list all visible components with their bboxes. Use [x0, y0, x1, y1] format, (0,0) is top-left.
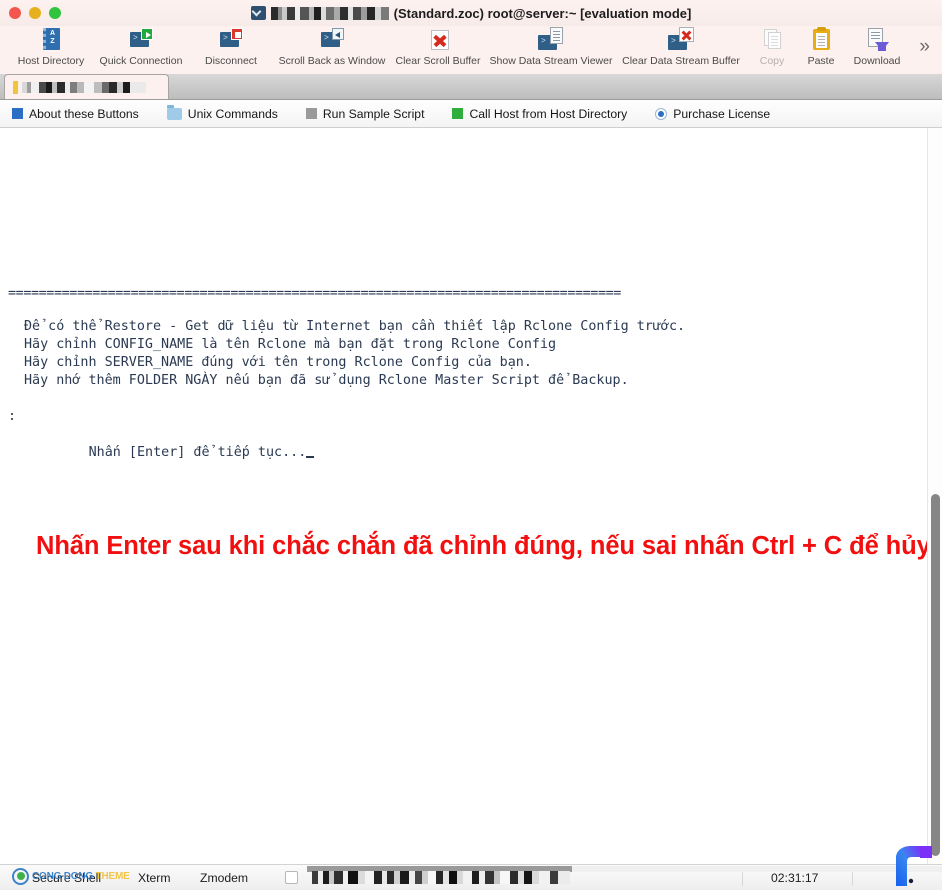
- terminal-line: Hãy nhớ thêm FOLDER NGÀY nếu bạn đã sử d…: [24, 373, 629, 388]
- terminal-prompt-colon: :: [8, 409, 17, 424]
- toolbar-label: Quick Connection: [99, 55, 183, 67]
- button-label: Purchase License: [673, 106, 771, 121]
- button-label: Call Host from Host Directory: [469, 106, 628, 121]
- status-redacted-text: [312, 871, 570, 884]
- datastream-page-icon: [538, 27, 564, 53]
- toolbar-label: Host Directory: [17, 55, 85, 67]
- terminal-play-icon: [128, 27, 154, 53]
- toolbar-button-scroll-back-as-window[interactable]: Scroll Back as Window: [276, 26, 388, 67]
- tab-status-indicator-icon: [13, 80, 18, 94]
- toolbar-overflow-chevron-icon[interactable]: »: [919, 37, 936, 64]
- minimize-button[interactable]: [29, 7, 41, 19]
- toolbar-button-host-directory[interactable]: Host Directory: [6, 26, 96, 67]
- status-bar: Secure Shell Xterm Zmodem 02:31:17 CONG …: [0, 846, 942, 890]
- toolbar-button-clear-data-stream-buffer[interactable]: Clear Data Stream Buffer: [614, 26, 748, 67]
- terminal-viewport[interactable]: ========================================…: [0, 128, 942, 864]
- window-titlebar: (Standard.zoc) root@server:~ [evaluation…: [0, 0, 942, 26]
- statusbar-watermark-text: CONG DONG THEME: [32, 871, 130, 882]
- ring-logo-icon: [12, 868, 29, 885]
- toolbar-label: Copy: [759, 55, 785, 67]
- radio-on-icon: [655, 107, 668, 120]
- toolbar-label: Clear Data Stream Buffer: [622, 55, 740, 67]
- toolbar-button-clear-scroll-buffer[interactable]: Clear Scroll Buffer: [388, 26, 488, 67]
- terminal-message-block: Để có thể Restore - Get dữ liệu từ Inter…: [24, 318, 685, 390]
- macro-button-bar: About these Buttons Unix Commands Run Sa…: [0, 100, 942, 128]
- blue-square-icon: [12, 108, 23, 119]
- terminal-cursor: [306, 456, 315, 458]
- status-zmodem[interactable]: Zmodem: [200, 871, 248, 885]
- status-clock: 02:31:17: [771, 870, 819, 885]
- terminal-line: Để có thể Restore - Get dữ liệu từ Inter…: [24, 319, 686, 334]
- terminal-separator-line: ========================================…: [8, 286, 621, 301]
- terminal-app-icon: [250, 6, 266, 20]
- clipboard-icon: [808, 27, 834, 53]
- window-title: (Standard.zoc) root@server:~ [evaluation…: [0, 0, 942, 26]
- status-separator: [852, 872, 853, 886]
- download-icon: [864, 27, 890, 53]
- button-purchase-license[interactable]: Purchase License: [655, 107, 770, 121]
- terminal-stop-icon: [218, 27, 244, 53]
- statusbar-watermark-yellow: THEME: [95, 871, 130, 882]
- terminal-output: ========================================…: [0, 128, 942, 864]
- toolbar-label: Show Data Stream Viewer: [489, 55, 613, 67]
- button-run-sample-script[interactable]: Run Sample Script: [305, 106, 425, 121]
- toolbar-label: Paste: [807, 55, 835, 67]
- statusbar-watermark: CONG DONG THEME: [12, 868, 130, 885]
- status-checkbox[interactable]: [285, 871, 298, 884]
- address-book-icon: [38, 27, 64, 53]
- close-button[interactable]: [9, 7, 21, 19]
- toolbar-button-show-data-stream-viewer[interactable]: Show Data Stream Viewer: [488, 26, 614, 67]
- terminal-window-icon: [319, 27, 345, 53]
- terminal-prompt-block: : Nhấn [Enter] để tiếp tục...: [8, 408, 315, 480]
- grey-square-icon: [305, 108, 317, 119]
- button-unix-commands[interactable]: Unix Commands: [166, 104, 278, 121]
- toolbar-button-copy[interactable]: Copy: [748, 26, 796, 67]
- session-tabstrip: [0, 74, 942, 100]
- scrollbar-thumb[interactable]: [931, 494, 940, 856]
- clear-x-icon: [425, 27, 451, 53]
- red-warning-notice: Nhấn Enter sau khi chắc chắn đã chỉnh đú…: [36, 532, 931, 560]
- toolbar-button-disconnect[interactable]: Disconnect: [186, 26, 276, 67]
- toolbar-button-download[interactable]: Download: [846, 26, 908, 67]
- zoc-terminal-window: (Standard.zoc) root@server:~ [evaluation…: [0, 0, 942, 890]
- terminal-line: Hãy chỉnh CONFIG_NAME là tên Rclone mà b…: [24, 337, 557, 352]
- terminal-prompt-line: Nhấn [Enter] để tiếp tục...: [8, 426, 315, 480]
- button-label: About these Buttons: [29, 106, 139, 121]
- main-toolbar: Host Directory Quick Connection Disconne…: [0, 26, 942, 74]
- button-call-host-from-host-directory[interactable]: Call Host from Host Directory: [452, 107, 627, 121]
- terminal-prompt-text: Nhấn [Enter] để tiếp tục...: [88, 445, 307, 460]
- button-label: Run Sample Script: [322, 106, 425, 121]
- datastream-clear-icon: [668, 27, 694, 53]
- title-redacted-text: [270, 6, 389, 20]
- terminal-vertical-scrollbar[interactable]: [927, 128, 942, 864]
- statusbar-watermark-blue: CONG DONG: [32, 871, 96, 882]
- toolbar-label: Download: [853, 55, 901, 67]
- session-tab-active[interactable]: [4, 74, 169, 99]
- green-square-icon: [452, 108, 464, 119]
- status-separator: [742, 872, 743, 886]
- toolbar-label: Disconnect: [205, 55, 257, 67]
- toolbar-button-paste[interactable]: Paste: [796, 26, 846, 67]
- button-about-these-buttons[interactable]: About these Buttons: [12, 107, 139, 121]
- window-controls: [9, 7, 61, 19]
- toolbar-label: Scroll Back as Window: [278, 55, 386, 67]
- terminal-line: Hãy chỉnh SERVER_NAME đúng với tên trong…: [24, 355, 532, 370]
- rclone-r-logo-icon: [896, 846, 932, 886]
- folder-icon: [166, 104, 182, 120]
- button-label: Unix Commands: [187, 106, 278, 121]
- tab-label-redacted: [22, 81, 146, 93]
- status-xterm[interactable]: Xterm: [138, 871, 171, 885]
- maximize-button[interactable]: [49, 7, 61, 19]
- toolbar-button-quick-connection[interactable]: Quick Connection: [96, 26, 186, 67]
- copy-icon: [759, 27, 785, 53]
- toolbar-label: Clear Scroll Buffer: [395, 55, 481, 67]
- window-title-text: (Standard.zoc) root@server:~ [evaluation…: [393, 5, 692, 21]
